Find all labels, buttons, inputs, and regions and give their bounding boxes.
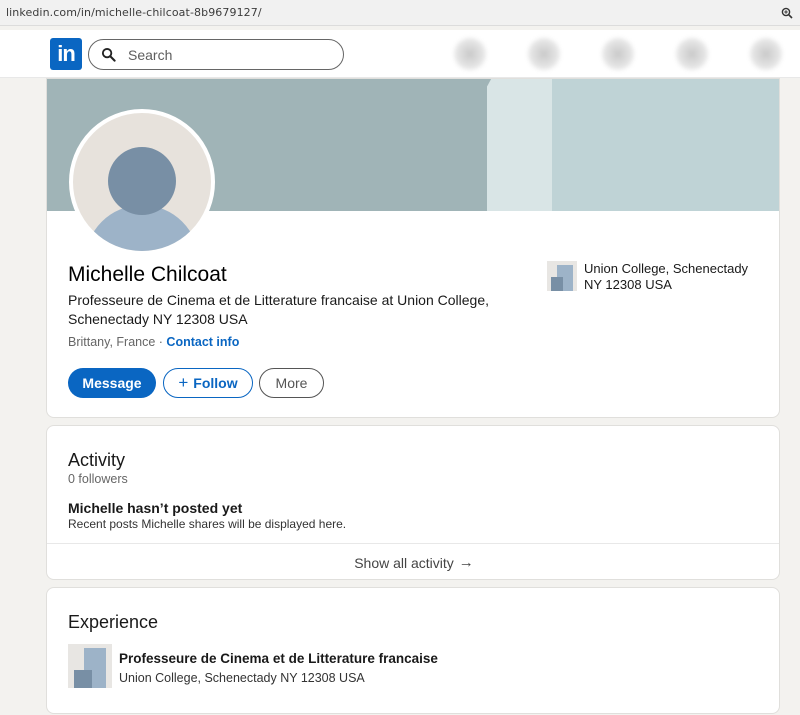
- profile-headline: Professeure de Cinema et de Litterature …: [68, 292, 490, 327]
- followers-count: 0 followers: [68, 472, 128, 486]
- location-separator: ·: [155, 335, 167, 349]
- search-icon: [101, 47, 116, 62]
- experience-card: Experience Professeure de Cinema et de L…: [46, 587, 780, 714]
- arrow-right-icon: →: [458, 554, 474, 571]
- message-button[interactable]: Message: [68, 368, 156, 398]
- activity-card: Activity 0 followers Michelle hasn’t pos…: [46, 425, 780, 580]
- contact-info-link[interactable]: Contact info: [166, 335, 239, 349]
- follow-label: Follow: [193, 375, 238, 391]
- search-box[interactable]: [88, 39, 344, 70]
- nav-home-icon[interactable]: [440, 30, 500, 78]
- more-button[interactable]: More: [259, 368, 324, 398]
- show-all-label: Show all activity: [354, 554, 454, 571]
- company-logo-icon: [547, 261, 577, 291]
- profile-name: Michelle Chilcoat: [68, 263, 227, 286]
- profile-location: Brittany, France · Contact info: [68, 335, 239, 349]
- no-posts-title: Michelle hasn’t posted yet: [68, 500, 243, 516]
- search-input[interactable]: [126, 45, 326, 64]
- current-company[interactable]: Union College, Schenectady NY 12308 USA: [547, 261, 764, 293]
- experience-title: Experience: [68, 612, 159, 632]
- no-posts-subtitle: Recent posts Michelle shares will be dis…: [68, 517, 347, 531]
- nav-jobs-icon[interactable]: [588, 30, 648, 78]
- experience-role: Professeure de Cinema et de Litterature …: [119, 651, 438, 666]
- profile-card: Michelle Chilcoat Professeure de Cinema …: [46, 78, 780, 418]
- experience-company: Union College, Schenectady NY 12308 USA: [119, 671, 365, 685]
- current-company-name: Union College, Schenectady NY 12308 USA: [584, 261, 749, 292]
- top-nav: in: [0, 30, 800, 78]
- location-text: Brittany, France: [68, 335, 156, 349]
- linkedin-logo-icon[interactable]: in: [50, 38, 82, 70]
- activity-title: Activity: [68, 450, 126, 470]
- nav-network-icon[interactable]: [514, 30, 574, 78]
- show-all-activity-button[interactable]: Show all activity →: [47, 544, 779, 579]
- follow-button[interactable]: + Follow: [163, 368, 253, 398]
- experience-company-logo-icon[interactable]: [68, 644, 112, 688]
- address-bar[interactable]: linkedin.com/in/michelle-chilcoat-8b9679…: [0, 0, 800, 26]
- zoom-icon[interactable]: [780, 6, 794, 20]
- nav-notifications-icon[interactable]: [736, 30, 796, 78]
- url-text[interactable]: linkedin.com/in/michelle-chilcoat-8b9679…: [6, 6, 780, 19]
- plus-icon: +: [178, 373, 189, 392]
- nav-messaging-icon[interactable]: [662, 30, 722, 78]
- avatar[interactable]: [69, 109, 215, 255]
